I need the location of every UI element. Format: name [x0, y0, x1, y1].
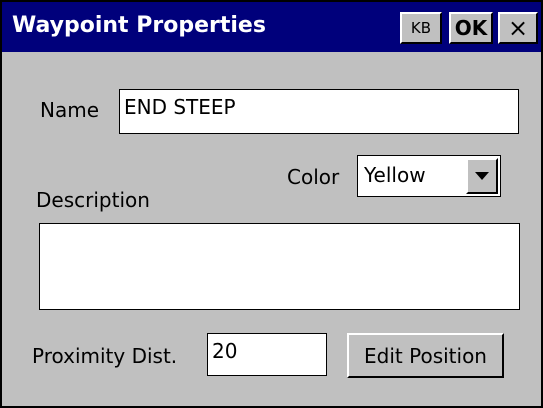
chevron-down-icon — [475, 172, 489, 180]
edit-position-button[interactable]: Edit Position — [347, 333, 504, 378]
window-title: Waypoint Properties — [12, 13, 266, 38]
name-input[interactable]: END STEEP — [119, 89, 519, 134]
keyboard-button[interactable]: KB — [400, 12, 442, 44]
proximity-input[interactable]: 20 — [207, 333, 327, 376]
proximity-label: Proximity Dist. — [32, 344, 178, 368]
dropdown-arrow-button[interactable] — [466, 158, 498, 194]
color-label: Color — [287, 165, 340, 189]
color-select-value: Yellow — [364, 163, 426, 187]
description-input[interactable] — [39, 223, 520, 310]
color-select[interactable]: Yellow — [357, 155, 501, 197]
close-button[interactable]: × — [498, 12, 538, 44]
title-bar: Waypoint Properties KB OK × — [2, 2, 541, 52]
name-label: Name — [40, 98, 100, 122]
waypoint-properties-dialog: Waypoint Properties KB OK × Name END STE… — [0, 0, 543, 408]
ok-button[interactable]: OK — [449, 12, 493, 44]
description-label: Description — [36, 188, 150, 212]
